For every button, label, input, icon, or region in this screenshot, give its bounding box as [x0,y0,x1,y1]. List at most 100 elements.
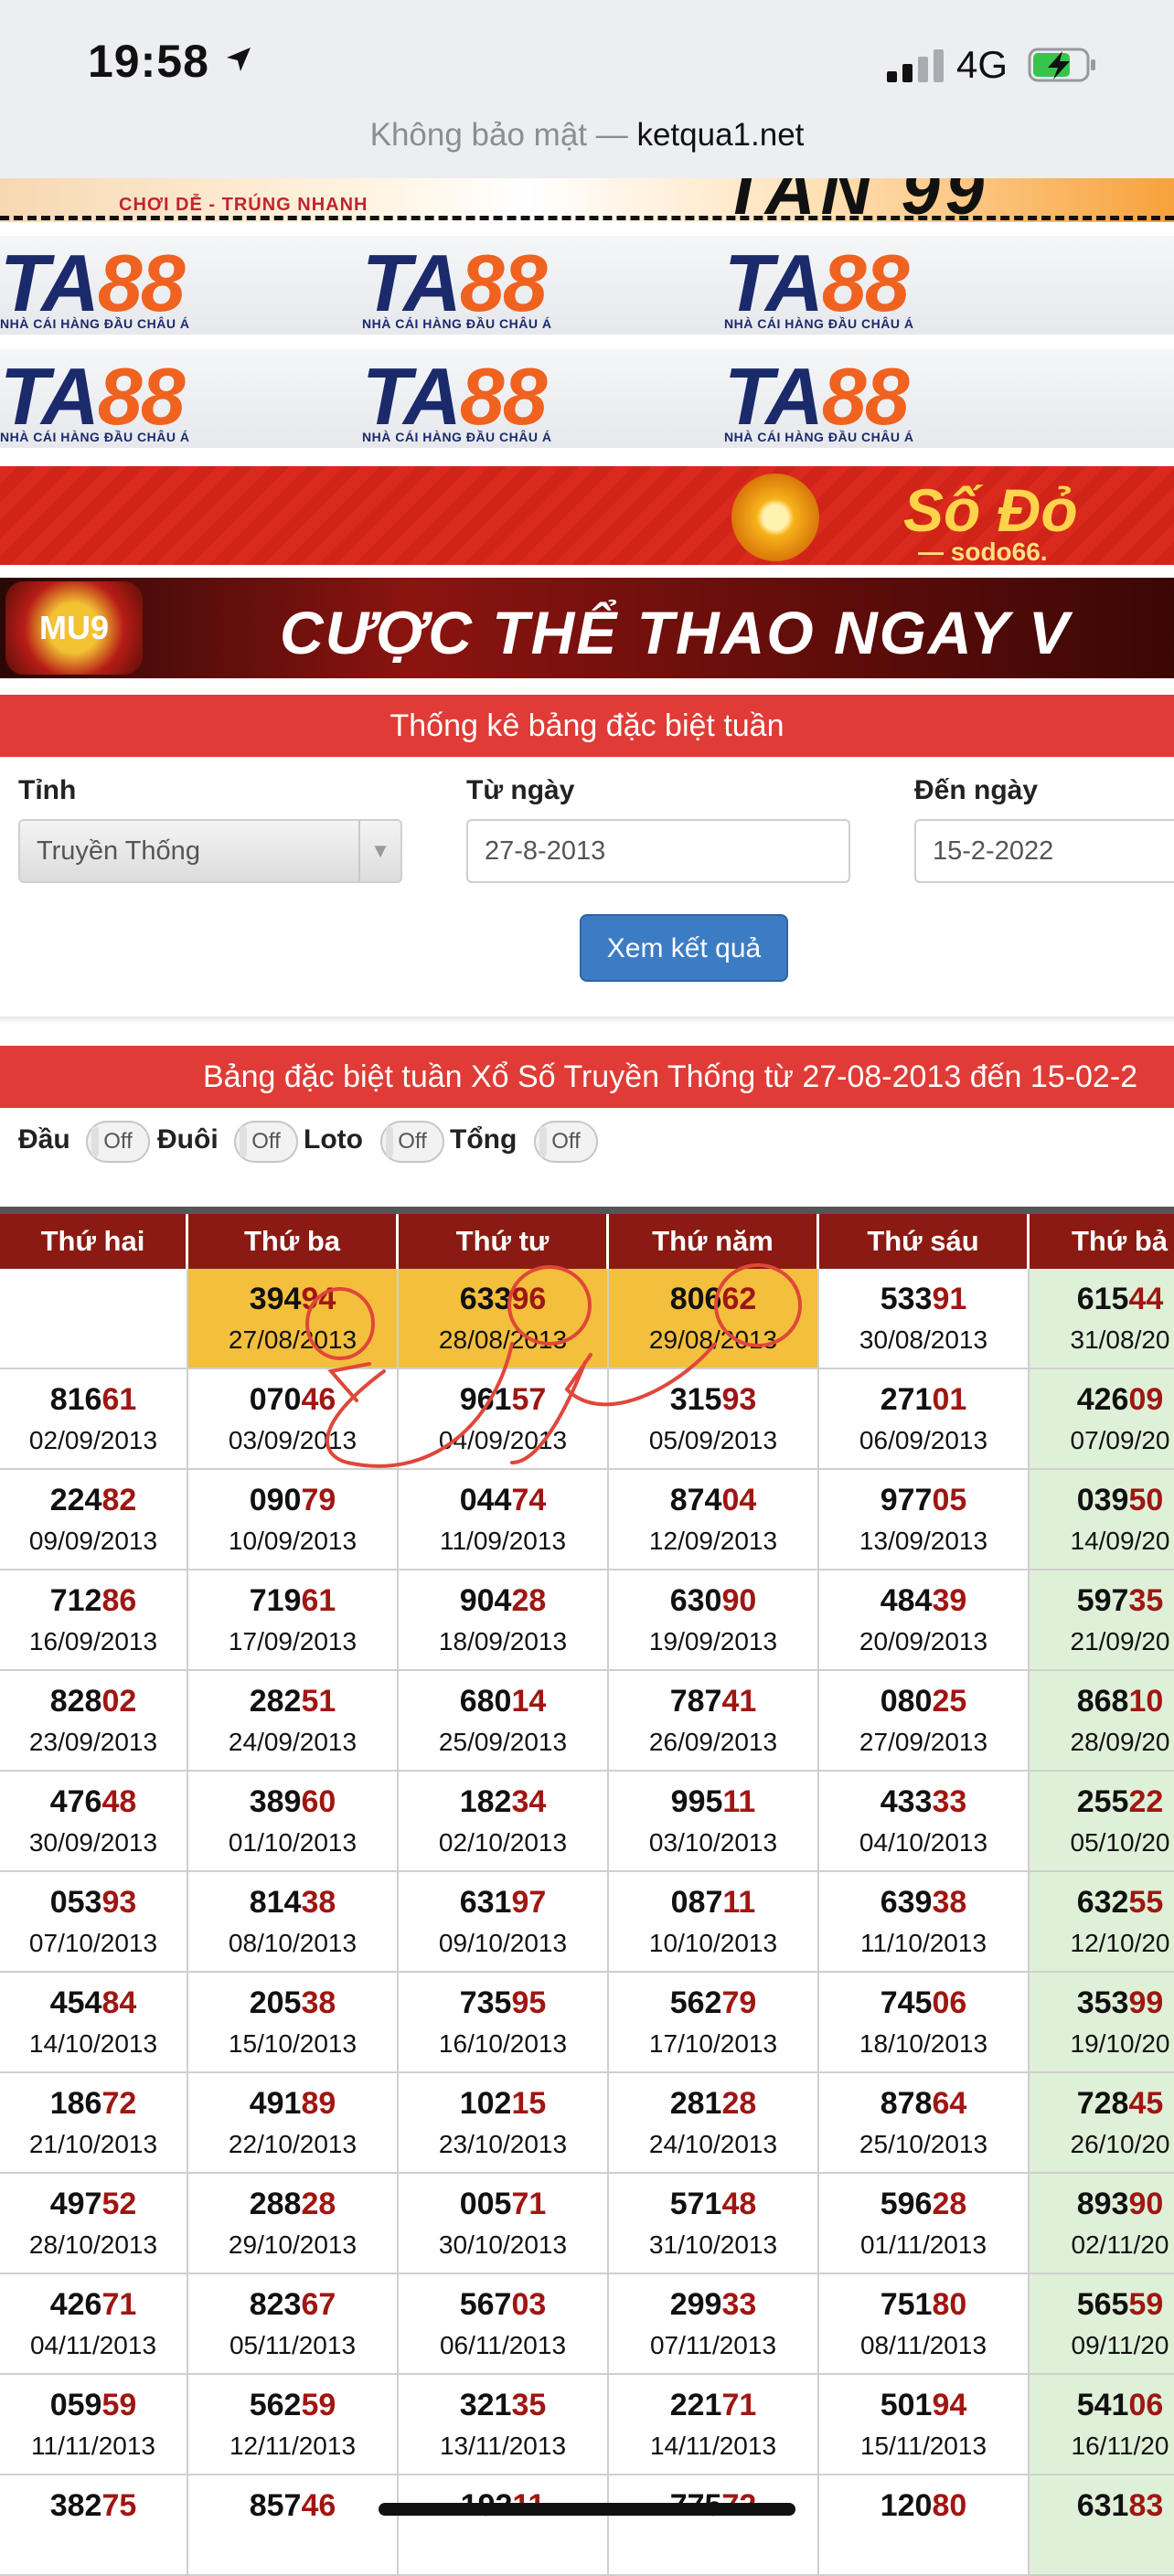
result-cell: 56559 09/11/20 [1030,2274,1174,2375]
ad-banner-top[interactable]: CHƠI DỄ - TRÚNG NHANH TAN 99 [0,178,1174,222]
result-tail-digits: 38 [932,1885,967,1920]
address-bar[interactable]: Không bảo mật — ketqua1.net [0,117,1174,154]
result-tail-digits: 93 [101,1885,137,1920]
ad-banner-ta88-1[interactable]: TA88 NHÀ CÁI HÀNG ĐẦU CHÂU Á TA88 NHÀ CÁI … [0,236,1174,335]
result-cell: 80662 29/08/2013 [609,1269,819,1369]
result-date: 25/09/2013 [438,1728,568,1756]
result-tail-digits: 45 [1128,2086,1164,2121]
result-date: 21/10/2013 [28,2130,158,2158]
section-title: Thống kê bảng đặc biệt tuần [0,695,1174,757]
result-cell: 57148 31/10/2013 [609,2174,819,2274]
result-tail-digits: 72 [101,2086,137,2121]
result-tail-digits: 11 [722,1784,756,1819]
result-date: 12/11/2013 [229,2432,357,2460]
result-date: 13/09/2013 [859,1527,988,1555]
result-cell: 87404 12/09/2013 [609,1470,819,1570]
result-number: 53391 [880,1282,967,1316]
mu9-slogan: CƯỢC THỂ THAO NGAY V [280,599,1071,666]
result-date: 13/11/2013 [439,2432,567,2460]
result-tail-digits: 79 [301,1483,336,1517]
view-results-button[interactable]: Xem kết quả [580,914,788,982]
result-date: 02/09/2013 [28,1426,158,1454]
result-date: 14/10/2013 [28,2029,158,2058]
result-number: 35399 [1076,1985,1164,2020]
result-date: 27/08/2013 [228,1325,358,1354]
province-select[interactable]: Truyền Thống ▼ [18,819,402,883]
result-cell: 08711 10/10/2013 [609,1872,819,1973]
to-date-input[interactable]: 15-2-2022 [914,819,1174,883]
result-cell: 81661 02/09/2013 [0,1369,188,1470]
result-tail-digits: 50 [1128,1483,1164,1517]
result-date: 29/08/2013 [648,1325,778,1354]
from-date-input[interactable]: 27-8-2013 [466,819,850,883]
result-date: 14/09/20 [1070,1527,1170,1555]
result-tail-digits: 90 [721,1583,757,1618]
result-tail-digits: 10 [1128,1684,1164,1719]
ios-status-bar: 19:58 4G Không bảo mật — ketqua1.net [0,0,1174,178]
result-cell: 87864 25/10/2013 [819,2073,1030,2174]
result-date: 29/10/2013 [228,2230,358,2259]
result-date: 05/09/2013 [648,1426,778,1454]
result-number: 42671 [49,2287,137,2322]
result-cell: 89390 02/11/20 [1030,2174,1174,2274]
result-tail-digits: 06 [932,1985,967,2020]
result-date: 16/09/2013 [28,1627,158,1655]
toggle-duoi[interactable]: Off [234,1121,298,1163]
ad-banner-mu9[interactable]: MU9 CƯỢC THỂ THAO NGAY V [0,578,1174,678]
result-cell: 59628 01/11/2013 [819,2174,1030,2274]
toggle-loto[interactable]: Off [380,1121,444,1163]
result-number: 59735 [1076,1583,1164,1618]
column-header: Thứ bả [1030,1214,1174,1269]
toggle-tong[interactable]: Off [534,1121,598,1163]
result-tail-digits: 55 [1128,1885,1164,1920]
result-date: 19/09/2013 [648,1627,778,1655]
result-date: 05/11/2013 [229,2331,357,2359]
result-cell: 63396 28/08/2013 [399,1269,609,1369]
result-cell: 00571 30/10/2013 [399,2174,609,2274]
result-cell: 08025 27/09/2013 [819,1671,1030,1772]
result-tail-digits: 38 [301,1885,336,1920]
result-number: 39494 [249,1282,336,1316]
result-cell: 05959 11/11/2013 [0,2375,188,2475]
result-date: 31/08/20 [1070,1325,1170,1354]
result-number: 18234 [459,1784,547,1819]
result-tail-digits: 46 [301,2488,336,2523]
result-cell: 48439 20/09/2013 [819,1570,1030,1671]
result-cell: 12080 [819,2475,1030,2576]
result-number: 25522 [1076,1784,1164,1819]
result-date: 02/10/2013 [438,1828,568,1857]
result-date: 12/09/2013 [648,1527,778,1555]
result-number: 03950 [1076,1483,1164,1517]
result-cell: 71286 16/09/2013 [0,1570,188,1671]
province-label: Tỉnh [18,775,77,805]
result-cell: 63183 [1030,2475,1174,2576]
result-tail-digits: 99 [1128,1985,1164,2020]
result-cell [0,1269,188,1369]
result-date: 05/10/20 [1070,1828,1170,1857]
banner-slogan: CHƠI DỄ - TRÚNG NHANH [119,195,368,215]
column-header: Thứ ba [188,1214,399,1269]
toggle-label-duoi: Đuôi [157,1124,219,1155]
result-tail-digits: 80 [932,2287,967,2322]
result-tail-digits: 71 [511,2187,547,2221]
result-number: 27101 [880,1382,967,1417]
result-date: 20/09/2013 [859,1627,988,1655]
result-tail-digits: 89 [301,2086,336,2121]
result-tail-digits: 02 [101,1684,137,1719]
ad-banner-ta88-2[interactable]: TA88 NHÀ CÁI HÀNG ĐẦU CHÂU Á TA88 NHÀ CÁI … [0,349,1174,448]
result-tail-digits: 59 [1128,2287,1164,2322]
result-number: 81438 [249,1885,336,1920]
result-cell: 18672 21/10/2013 [0,2073,188,2174]
result-tail-digits: 28 [511,1583,547,1618]
result-cell: 63197 09/10/2013 [399,1872,609,1973]
result-cell: 61544 31/08/20 [1030,1269,1174,1369]
result-cell: 90428 18/09/2013 [399,1570,609,1671]
toggle-dau[interactable]: Off [86,1121,150,1163]
result-number: 28251 [249,1684,336,1719]
result-tail-digits: 90 [1128,2187,1164,2221]
domain-text: ketqua1.net [636,117,805,153]
ad-banner-sodo[interactable]: Số Đỏ — sodo66. [0,466,1174,565]
result-number: 56259 [249,2388,336,2422]
result-date: 08/11/2013 [859,2331,987,2359]
result-number: 56703 [459,2287,547,2322]
